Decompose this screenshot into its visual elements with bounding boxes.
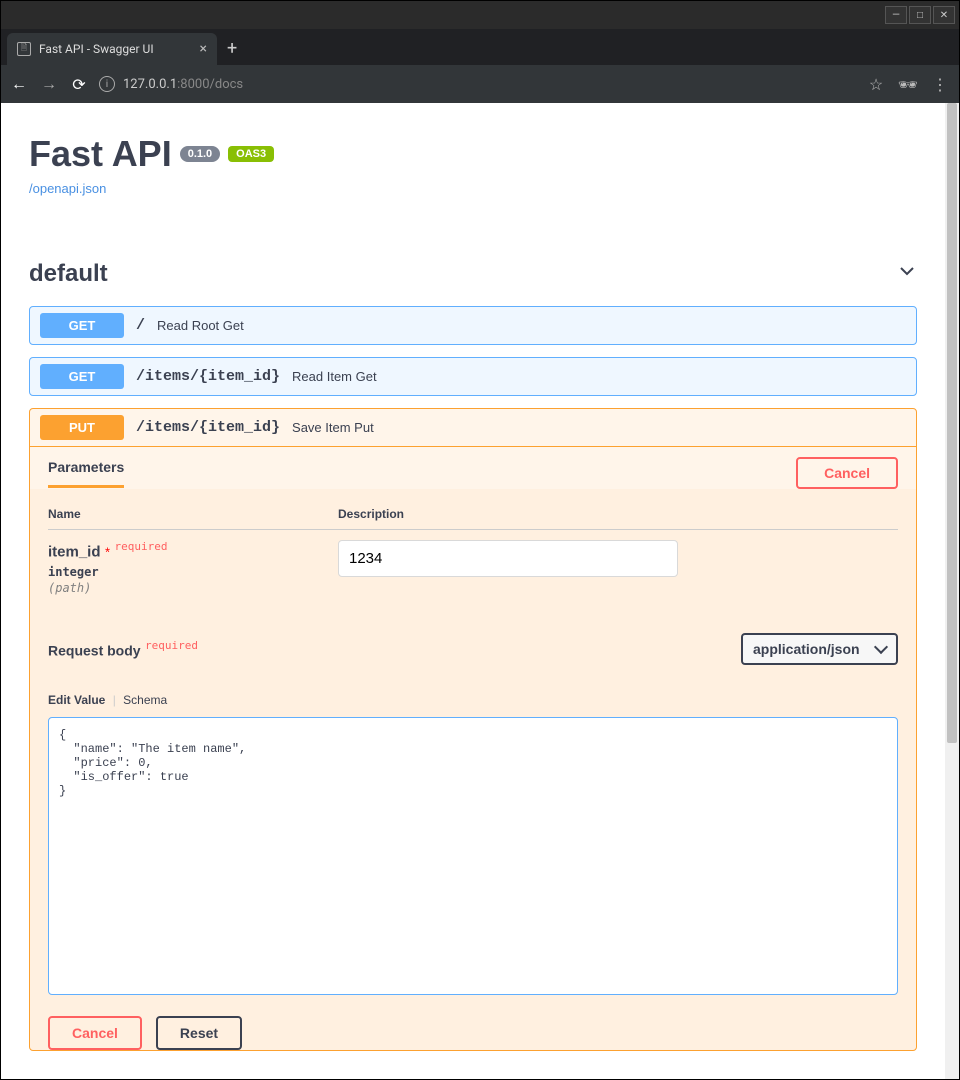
method-badge: PUT xyxy=(40,415,124,440)
operation-header[interactable]: GET /items/{item_id} Read Item Get xyxy=(30,358,916,395)
version-badge: 0.1.0 xyxy=(180,146,220,162)
window-close-button[interactable]: ✕ xyxy=(933,6,955,24)
scrollbar-thumb[interactable] xyxy=(947,103,957,743)
page-icon: 🗎 xyxy=(17,42,31,56)
operation-summary: Read Item Get xyxy=(292,369,377,384)
tab-title: Fast API - Swagger UI xyxy=(39,42,192,56)
request-body-editor[interactable] xyxy=(48,717,898,995)
request-body-label: Request body xyxy=(48,642,141,658)
tab-close-icon[interactable]: × xyxy=(200,41,207,57)
url-port: :8000 xyxy=(177,77,209,92)
operation-path: /items/{item_id} xyxy=(136,368,280,385)
cancel-try-button[interactable]: Cancel xyxy=(796,457,898,489)
bookmark-star-icon[interactable]: ☆ xyxy=(865,75,887,94)
url-field[interactable]: i 127.0.0.1:8000/docs xyxy=(99,76,855,92)
nav-reload-icon[interactable]: ⟳ xyxy=(69,75,89,94)
address-bar: ← → ⟳ i 127.0.0.1:8000/docs ☆ 🕶 ⋮ xyxy=(1,65,959,103)
page-content: Fast API 0.1.0 OAS3 /openapi.json defaul… xyxy=(1,103,945,1079)
tag-name: default xyxy=(29,260,108,288)
site-info-icon[interactable]: i xyxy=(99,76,115,92)
operation-summary: Save Item Put xyxy=(292,420,374,435)
required-text: required xyxy=(114,540,167,553)
edit-value-tab[interactable]: Edit Value xyxy=(48,693,105,707)
param-value-input[interactable] xyxy=(338,540,678,577)
window-minimize-button[interactable]: — xyxy=(885,6,907,24)
method-badge: GET xyxy=(40,364,124,389)
schema-tab[interactable]: Schema xyxy=(123,693,167,707)
parameter-row: item_id * required integer (path) xyxy=(48,540,898,595)
operation-header[interactable]: PUT /items/{item_id} Save Item Put xyxy=(30,409,916,446)
operation-path: / xyxy=(136,317,145,334)
incognito-icon[interactable]: 🕶 xyxy=(897,75,919,94)
operation-get-item: GET /items/{item_id} Read Item Get xyxy=(29,357,917,396)
window-maximize-button[interactable]: □ xyxy=(909,6,931,24)
browser-tab[interactable]: 🗎 Fast API - Swagger UI × xyxy=(7,33,217,65)
url-path: /docs xyxy=(210,77,244,92)
tab-separator: | xyxy=(113,693,116,707)
required-star: * xyxy=(105,544,110,559)
nav-forward-icon[interactable]: → xyxy=(39,74,59,94)
param-type: integer xyxy=(48,565,338,579)
operation-get-root: GET / Read Root Get xyxy=(29,306,917,345)
browser-menu-icon[interactable]: ⋮ xyxy=(929,75,951,94)
nav-back-icon[interactable]: ← xyxy=(9,74,29,94)
new-tab-button[interactable]: + xyxy=(217,38,247,65)
api-title-row: Fast API 0.1.0 OAS3 xyxy=(29,133,917,175)
viewport: Fast API 0.1.0 OAS3 /openapi.json defaul… xyxy=(1,103,959,1079)
param-in: (path) xyxy=(48,581,338,595)
operation-header[interactable]: GET / Read Root Get xyxy=(30,307,916,344)
column-description-header: Description xyxy=(338,507,898,521)
content-type-select[interactable]: application/json xyxy=(741,633,898,665)
chevron-down-icon xyxy=(897,261,917,287)
reset-body-button[interactable]: Reset xyxy=(156,1016,242,1050)
oas-badge: OAS3 xyxy=(228,146,274,162)
window-titlebar: — □ ✕ xyxy=(1,1,959,29)
request-body-required: required xyxy=(145,639,198,652)
tag-header[interactable]: default xyxy=(29,254,917,294)
operation-path: /items/{item_id} xyxy=(136,419,280,436)
tab-bar: 🗎 Fast API - Swagger UI × + xyxy=(1,29,959,65)
param-name: item_id xyxy=(48,543,101,560)
operation-put-item: PUT /items/{item_id} Save Item Put Param… xyxy=(29,408,917,1051)
url-host: 127.0.0.1 xyxy=(123,77,177,92)
vertical-scrollbar[interactable] xyxy=(945,103,959,1079)
parameters-tab[interactable]: Parameters xyxy=(48,459,124,488)
method-badge: GET xyxy=(40,313,124,338)
operation-summary: Read Root Get xyxy=(157,318,244,333)
api-title: Fast API xyxy=(29,133,172,175)
operation-body: Parameters Cancel Name Description xyxy=(30,446,916,1050)
cancel-body-button[interactable]: Cancel xyxy=(48,1016,142,1050)
openapi-schema-link[interactable]: /openapi.json xyxy=(29,181,106,196)
column-name-header: Name xyxy=(48,507,338,521)
browser-window: — □ ✕ 🗎 Fast API - Swagger UI × + ← → ⟳ … xyxy=(0,0,960,1080)
